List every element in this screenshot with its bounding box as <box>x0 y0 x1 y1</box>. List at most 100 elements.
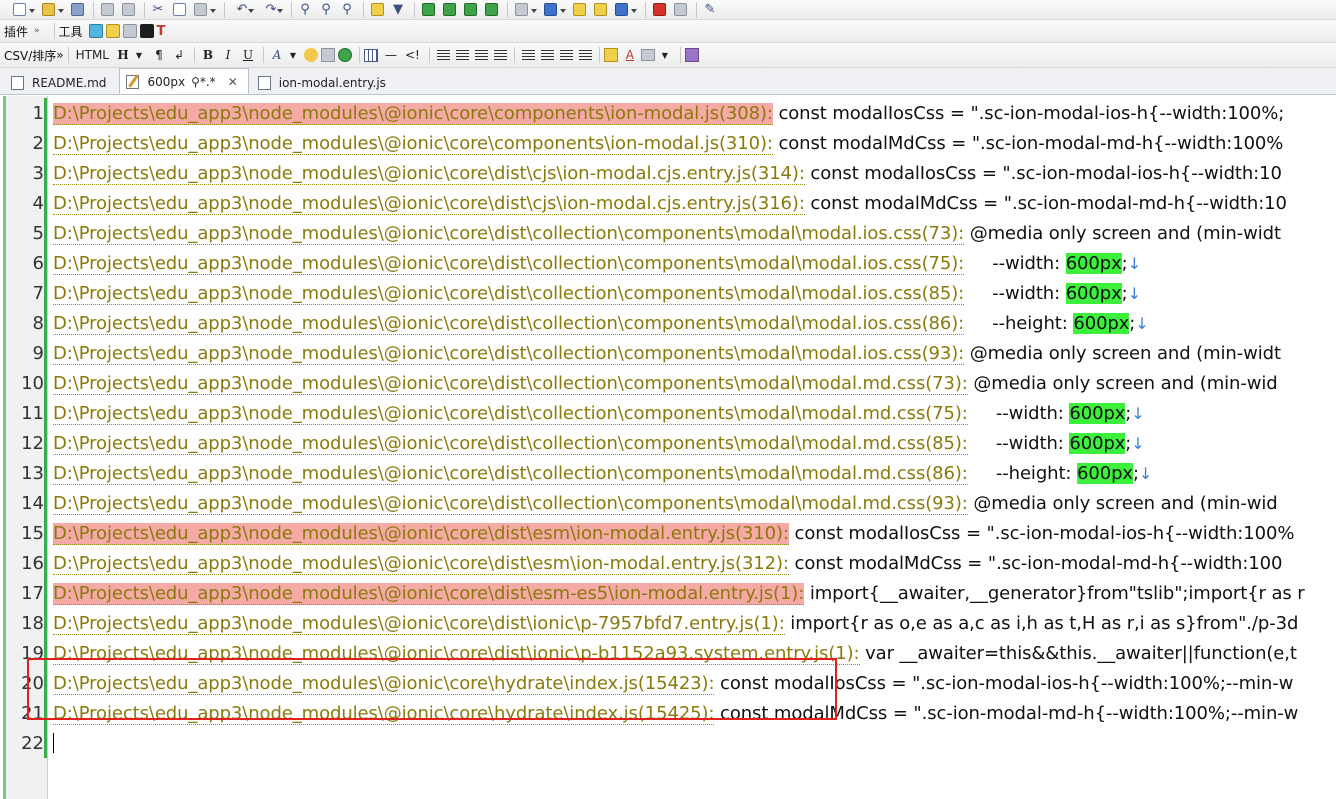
print-preview-button[interactable] <box>119 1 137 19</box>
chevron-down-icon[interactable]: ▼ <box>130 46 148 64</box>
chevron-down-icon[interactable]: ▼ <box>656 46 674 64</box>
result-file-link[interactable]: D:\Projects\edu_app3\node_modules\@ionic… <box>53 252 964 275</box>
open-file-button[interactable] <box>39 1 65 19</box>
line-text[interactable]: D:\Projects\edu_app3\node_modules\@ionic… <box>53 432 1145 455</box>
editor-line[interactable]: 1 D:\Projects\edu_app3\node_modules\@ioni… <box>0 98 1336 128</box>
result-file-link[interactable]: D:\Projects\edu_app3\node_modules\@ionic… <box>53 552 789 575</box>
numbered-list-icon[interactable] <box>521 49 535 61</box>
line-text[interactable]: D:\Projects\edu_app3\node_modules\@ionic… <box>53 552 1282 575</box>
print-button[interactable] <box>98 1 116 19</box>
editor-line[interactable]: 11 D:\Projects\edu_app3\node_modules\@ion… <box>0 398 1336 428</box>
view-sync-button[interactable] <box>461 1 479 19</box>
result-file-link[interactable]: D:\Projects\edu_app3\node_modules\@ionic… <box>53 462 968 485</box>
undo-button[interactable]: ↶ <box>229 1 255 19</box>
plugins-menu[interactable]: 插件 <box>4 23 28 40</box>
line-text[interactable]: D:\Projects\edu_app3\node_modules\@ionic… <box>53 642 1297 665</box>
editor-line[interactable]: 22 <box>0 728 1336 758</box>
emoji-icon[interactable] <box>304 48 318 62</box>
line-text[interactable]: D:\Projects\edu_app3\node_modules\@ionic… <box>53 162 1282 185</box>
editor-line[interactable]: 20 D:\Projects\edu_app3\node_modules\@ion… <box>0 668 1336 698</box>
view-tile-button[interactable] <box>482 1 500 19</box>
editor-line[interactable]: 19 D:\Projects\edu_app3\node_modules\@ion… <box>0 638 1336 668</box>
line-text[interactable]: D:\Projects\edu_app3\node_modules\@ionic… <box>53 222 1281 245</box>
result-file-link[interactable]: D:\Projects\edu_app3\node_modules\@ionic… <box>53 342 964 365</box>
filter-button[interactable]: ▼ <box>389 1 407 19</box>
editor-line[interactable]: 8 D:\Projects\edu_app3\node_modules\@ioni… <box>0 308 1336 338</box>
comment-button[interactable]: <! <box>402 46 423 64</box>
result-file-link[interactable]: D:\Projects\edu_app3\node_modules\@ionic… <box>53 432 968 455</box>
chevron-right-icon[interactable]: » <box>34 26 40 36</box>
ie-icon[interactable] <box>88 24 103 38</box>
line-text[interactable]: D:\Projects\edu_app3\node_modules\@ionic… <box>53 372 1278 395</box>
result-file-link[interactable]: D:\Projects\edu_app3\node_modules\@ionic… <box>53 642 860 665</box>
editor-line[interactable]: 3 D:\Projects\edu_app3\node_modules\@ioni… <box>0 158 1336 188</box>
image-icon[interactable] <box>321 48 335 62</box>
chevron-right-icon[interactable]: » <box>56 48 63 62</box>
result-file-link[interactable]: D:\Projects\edu_app3\node_modules\@ionic… <box>53 672 715 695</box>
italic-button[interactable]: I <box>219 46 237 64</box>
view-list-button[interactable] <box>419 1 437 19</box>
editor-line[interactable]: 6 D:\Projects\edu_app3\node_modules\@ioni… <box>0 248 1336 278</box>
console-icon[interactable] <box>139 24 154 38</box>
close-icon[interactable]: ✕ <box>228 75 238 89</box>
line-text[interactable]: D:\Projects\edu_app3\node_modules\@ionic… <box>53 252 1141 275</box>
line-text[interactable]: D:\Projects\edu_app3\node_modules\@ionic… <box>53 702 1298 725</box>
line-text[interactable]: D:\Projects\edu_app3\node_modules\@ionic… <box>53 192 1287 215</box>
editor-line[interactable]: 16 D:\Projects\edu_app3\node_modules\@ion… <box>0 548 1336 578</box>
text-color-icon[interactable]: A <box>621 46 639 64</box>
result-file-link[interactable]: D:\Projects\edu_app3\node_modules\@ionic… <box>53 102 773 125</box>
link-icon[interactable] <box>338 48 352 62</box>
editor-line[interactable]: 14 D:\Projects\edu_app3\node_modules\@ion… <box>0 488 1336 518</box>
line-text[interactable]: D:\Projects\edu_app3\node_modules\@ionic… <box>53 282 1141 305</box>
result-file-link[interactable]: D:\Projects\edu_app3\node_modules\@ionic… <box>53 162 805 185</box>
macro-run-button[interactable] <box>591 1 609 19</box>
copy-button[interactable] <box>170 1 188 19</box>
tab-readme[interactable]: README.md <box>4 70 117 94</box>
highlight-icon[interactable] <box>603 48 618 62</box>
play-macro-button[interactable] <box>671 1 689 19</box>
paste-button[interactable] <box>191 1 217 19</box>
result-file-link[interactable]: D:\Projects\edu_app3\node_modules\@ionic… <box>53 282 964 305</box>
result-file-link[interactable]: D:\Projects\edu_app3\node_modules\@ionic… <box>53 312 964 335</box>
line-text[interactable]: D:\Projects\edu_app3\node_modules\@ionic… <box>53 312 1149 335</box>
align-left-icon[interactable] <box>436 49 450 61</box>
editor-line[interactable]: 12 D:\Projects\edu_app3\node_modules\@ion… <box>0 428 1336 458</box>
hammer-icon[interactable]: T <box>157 25 166 38</box>
chevron-down-icon[interactable]: ▼ <box>284 46 302 64</box>
indent-icon[interactable] <box>578 49 592 61</box>
result-file-link[interactable]: D:\Projects\edu_app3\node_modules\@ionic… <box>53 372 968 395</box>
paragraph-button[interactable]: ¶ <box>150 46 168 64</box>
cut-button[interactable]: ✂ <box>149 1 167 19</box>
editor-pane[interactable]: 1 D:\Projects\edu_app3\node_modules\@ioni… <box>0 96 1336 799</box>
csv-sort-menu[interactable]: CSV/排序 <box>4 47 56 64</box>
result-file-link[interactable]: D:\Projects\edu_app3\node_modules\@ionic… <box>53 402 968 425</box>
editor-line[interactable]: 9 D:\Projects\edu_app3\node_modules\@ioni… <box>0 338 1336 368</box>
text-area[interactable]: 1 D:\Projects\edu_app3\node_modules\@ioni… <box>0 98 1336 758</box>
editor-line[interactable]: 18 D:\Projects\edu_app3\node_modules\@ion… <box>0 608 1336 638</box>
align-center-icon[interactable] <box>455 49 469 61</box>
tools-button[interactable]: ✎ <box>701 1 719 19</box>
bold-button[interactable]: B <box>199 46 217 64</box>
result-file-link[interactable]: D:\Projects\edu_app3\node_modules\@ionic… <box>53 132 773 155</box>
underline-button[interactable]: U <box>239 46 257 64</box>
editor-line[interactable]: 21 D:\Projects\edu_app3\node_modules\@ion… <box>0 698 1336 728</box>
line-text[interactable]: D:\Projects\edu_app3\node_modules\@ionic… <box>53 582 1305 605</box>
stop-record-button[interactable] <box>650 1 668 19</box>
save-button[interactable] <box>68 1 86 19</box>
preview-icon[interactable] <box>684 48 699 62</box>
line-text[interactable]: D:\Projects\edu_app3\node_modules\@ionic… <box>53 132 1283 155</box>
web-button[interactable] <box>541 1 567 19</box>
editor-line[interactable]: 15 D:\Projects\edu_app3\node_modules\@ion… <box>0 518 1336 548</box>
new-file-button[interactable] <box>10 1 36 19</box>
line-text[interactable]: D:\Projects\edu_app3\node_modules\@ionic… <box>53 522 1294 545</box>
editor-line[interactable]: 7 D:\Projects\edu_app3\node_modules\@ioni… <box>0 278 1336 308</box>
tab-search-results[interactable]: 600px ⚲ *.* ✕ <box>119 68 249 94</box>
result-file-link[interactable]: D:\Projects\edu_app3\node_modules\@ionic… <box>53 522 789 545</box>
view-split-button[interactable] <box>440 1 458 19</box>
line-text[interactable]: D:\Projects\edu_app3\node_modules\@ionic… <box>53 102 1284 125</box>
line-text[interactable]: D:\Projects\edu_app3\node_modules\@ionic… <box>53 462 1152 485</box>
calculator-icon[interactable] <box>122 24 137 38</box>
editor-line[interactable]: 10 D:\Projects\edu_app3\node_modules\@ion… <box>0 368 1336 398</box>
result-file-link[interactable]: D:\Projects\edu_app3\node_modules\@ionic… <box>53 222 964 245</box>
editor-line[interactable]: 5 D:\Projects\edu_app3\node_modules\@ioni… <box>0 218 1336 248</box>
